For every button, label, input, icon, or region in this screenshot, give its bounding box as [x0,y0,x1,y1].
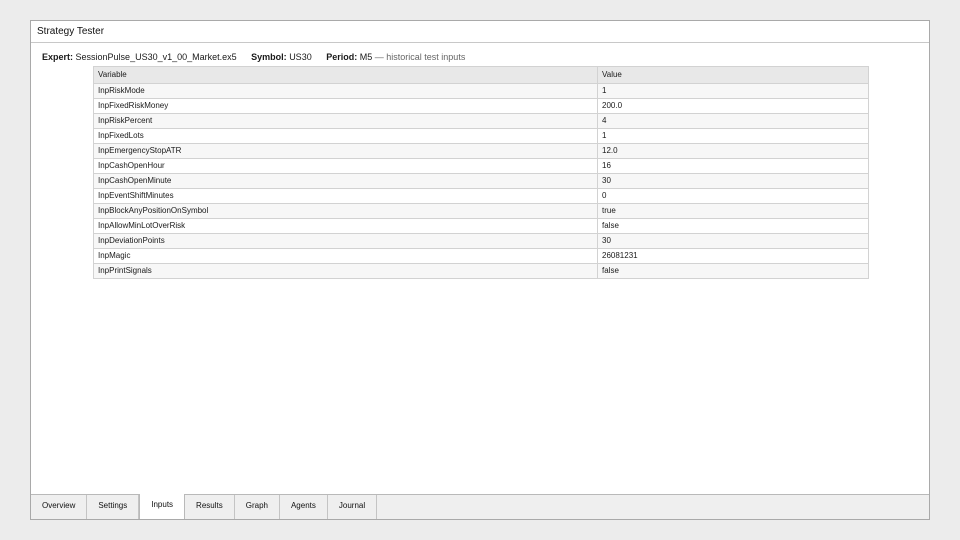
table-row[interactable]: InpCashOpenMinute 30 [93,173,869,189]
table-row[interactable]: InpRiskMode 1 [93,83,869,99]
test-info-bar: Expert: SessionPulse_US30_v1_00_Market.e… [42,51,465,63]
variable-cell: InpRiskPercent [93,113,598,129]
column-header-value[interactable]: Value [597,66,869,84]
value-cell[interactable]: 200.0 [597,98,869,114]
table-row[interactable]: InpAllowMinLotOverRisk false [93,218,869,234]
inputs-table: Variable Value InpRiskMode 1 InpFixedRiskM… [93,66,869,279]
period-label: Period: [326,52,358,62]
value-cell[interactable]: false [597,263,869,279]
table-row[interactable]: InpCashOpenHour 16 [93,158,869,174]
strategy-tester-window: Strategy Tester Expert: SessionPulse_US3… [30,20,930,520]
tab-settings[interactable]: Settings [87,495,140,519]
table-row[interactable]: InpFixedRiskMoney 200.0 [93,98,869,114]
table-row[interactable]: InpPrintSignals false [93,263,869,279]
value-cell[interactable]: 26081231 [597,248,869,264]
value-cell[interactable]: 16 [597,158,869,174]
table-row[interactable]: InpDeviationPoints 30 [93,233,869,249]
symbol-value: US30 [289,52,312,62]
tab-graph[interactable]: Graph [235,495,280,519]
variable-cell: InpFixedLots [93,128,598,144]
table-row[interactable]: InpBlockAnyPositionOnSymbol true [93,203,869,219]
tab-agents[interactable]: Agents [280,495,328,519]
value-cell[interactable]: false [597,218,869,234]
table-row[interactable]: InpEmergencyStopATR 12.0 [93,143,869,159]
table-row[interactable]: InpMagic 26081231 [93,248,869,264]
variable-cell: InpFixedRiskMoney [93,98,598,114]
table-row[interactable]: InpRiskPercent 4 [93,113,869,129]
value-cell[interactable]: 1 [597,83,869,99]
variable-cell: InpDeviationPoints [93,233,598,249]
value-cell[interactable]: 0 [597,188,869,204]
variable-cell: InpRiskMode [93,83,598,99]
symbol-label: Symbol: [251,52,287,62]
value-cell[interactable]: 12.0 [597,143,869,159]
value-cell[interactable]: 1 [597,128,869,144]
value-cell[interactable]: 4 [597,113,869,129]
variable-cell: InpPrintSignals [93,263,598,279]
value-cell[interactable]: true [597,203,869,219]
tab-inputs[interactable]: Inputs [139,494,186,519]
value-cell[interactable]: 30 [597,233,869,249]
variable-cell: InpEmergencyStopATR [93,143,598,159]
info-note: — historical test inputs [374,52,466,62]
inputs-table-header: Variable Value [93,66,869,84]
variable-cell: InpAllowMinLotOverRisk [93,218,598,234]
expert-label: Expert: [42,52,74,62]
column-header-variable[interactable]: Variable [93,66,598,84]
variable-cell: InpMagic [93,248,598,264]
variable-cell: InpEventShiftMinutes [93,188,598,204]
value-cell[interactable]: 30 [597,173,869,189]
variable-cell: InpCashOpenHour [93,158,598,174]
tester-tab-bar: Overview Settings Inputs Results Graph Agents… [31,494,929,519]
window-title: Strategy Tester [31,21,929,43]
tab-journal[interactable]: Journal [328,495,378,519]
table-row[interactable]: InpEventShiftMinutes 0 [93,188,869,204]
period-value: M5 [359,52,373,62]
tab-results[interactable]: Results [185,495,235,519]
variable-cell: InpCashOpenMinute [93,173,598,189]
variable-cell: InpBlockAnyPositionOnSymbol [93,203,598,219]
expert-value: SessionPulse_US30_v1_00_Market.ex5 [75,52,237,62]
tab-overview[interactable]: Overview [31,495,88,519]
table-row[interactable]: InpFixedLots 1 [93,128,869,144]
